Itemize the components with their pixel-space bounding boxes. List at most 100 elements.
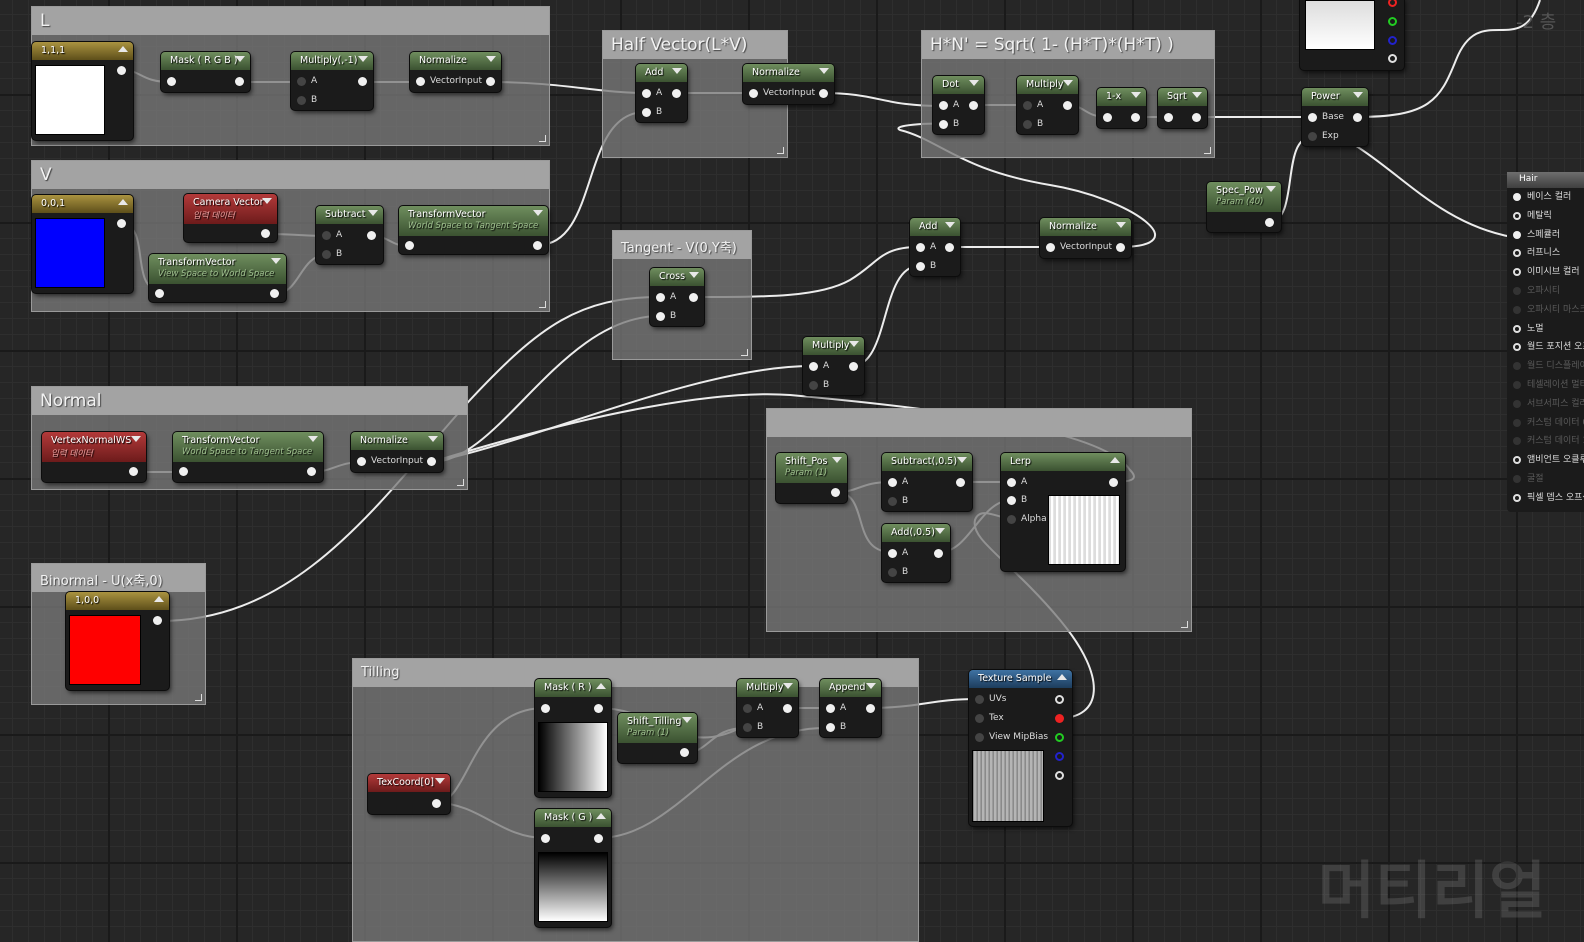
input-pin[interactable]	[541, 704, 550, 713]
output-pin[interactable]	[1063, 101, 1072, 110]
dropdown-arrow-icon[interactable]	[935, 528, 945, 534]
normalize-h-node[interactable]: Normalize VectorInput	[743, 64, 834, 104]
input-pin-a[interactable]	[1023, 101, 1032, 110]
mask-r-node[interactable]: Mask ( R )	[535, 679, 611, 797]
input-pin-a[interactable]	[916, 243, 925, 252]
dropdown-arrow-icon[interactable]	[486, 56, 496, 62]
output-pin-a[interactable]	[1055, 771, 1064, 780]
result-pin[interactable]: 메탈릭	[1507, 207, 1584, 226]
output-pin[interactable]	[432, 799, 441, 808]
input-pin-a[interactable]	[826, 704, 835, 713]
partial-texture-node[interactable]	[1300, 0, 1404, 70]
texcoord-node[interactable]: TexCoord[0]	[368, 774, 450, 814]
result-pin[interactable]: 베이스 컬러	[1507, 188, 1584, 207]
collapse-arrow-icon[interactable]	[154, 596, 164, 602]
result-node-hair[interactable]: Hair 베이스 컬러 메탈릭 스페큘러 러프니스 이미시브 컬러 오파시티 오…	[1507, 172, 1584, 512]
input-pin-a[interactable]	[888, 549, 897, 558]
input-pin-a[interactable]	[642, 89, 651, 98]
subtract-05-node[interactable]: Subtract(,0.5) A B	[882, 453, 972, 511]
output-pin[interactable]	[270, 289, 279, 298]
resize-handle[interactable]	[539, 135, 546, 142]
output-pin[interactable]	[533, 241, 542, 250]
input-pin-a[interactable]	[743, 704, 752, 713]
resize-handle[interactable]	[195, 694, 202, 701]
input-pin[interactable]	[1103, 113, 1112, 122]
dropdown-arrow-icon[interactable]	[368, 210, 378, 216]
collapse-arrow-icon[interactable]	[1110, 457, 1120, 463]
result-pin[interactable]: 스페큘러	[1507, 226, 1584, 245]
spec-pow-node[interactable]: Spec_Pow Param (40)	[1207, 182, 1281, 232]
output-pin-g[interactable]	[1388, 17, 1397, 26]
result-pin[interactable]: 이미시브 컬러	[1507, 263, 1584, 282]
output-pin[interactable]	[427, 457, 436, 466]
output-pin[interactable]	[689, 293, 698, 302]
mask-rgb-node[interactable]: Mask ( R G B )	[161, 52, 250, 92]
dropdown-arrow-icon[interactable]	[689, 272, 699, 278]
input-pin-tex[interactable]	[975, 714, 984, 723]
input-pin-b[interactable]	[297, 96, 306, 105]
dropdown-arrow-icon[interactable]	[1131, 92, 1141, 98]
input-pin-a[interactable]	[888, 478, 897, 487]
output-pin[interactable]	[117, 66, 126, 75]
input-pin-b[interactable]	[1023, 120, 1032, 129]
output-pin[interactable]	[1192, 113, 1201, 122]
dropdown-arrow-icon[interactable]	[428, 436, 438, 442]
power-node[interactable]: Power Base Exp	[1302, 88, 1368, 146]
output-pin-b[interactable]	[1055, 752, 1064, 761]
dropdown-arrow-icon[interactable]	[262, 198, 272, 204]
input-pin-a[interactable]	[322, 231, 331, 240]
input-pin[interactable]	[416, 77, 425, 86]
output-pin[interactable]	[1131, 113, 1140, 122]
resize-handle[interactable]	[457, 479, 464, 486]
add-05-node[interactable]: Add(,0.5) A B	[882, 524, 950, 582]
append-node[interactable]: Append A B	[820, 679, 881, 737]
input-pin[interactable]	[1164, 113, 1173, 122]
input-pin-b[interactable]	[322, 250, 331, 259]
input-pin-b[interactable]	[888, 497, 897, 506]
resize-handle[interactable]	[1181, 621, 1188, 628]
output-pin[interactable]	[969, 101, 978, 110]
input-pin-uvs[interactable]	[975, 695, 984, 704]
output-pin[interactable]	[153, 616, 162, 625]
multiply-hn-node[interactable]: Multiply A B	[1017, 76, 1078, 134]
output-pin[interactable]	[486, 77, 495, 86]
output-pin[interactable]	[594, 704, 603, 713]
output-pin[interactable]	[358, 77, 367, 86]
dropdown-arrow-icon[interactable]	[435, 778, 445, 784]
constant-100-node[interactable]: 1,0,0	[66, 592, 169, 690]
input-pin[interactable]	[1046, 243, 1055, 252]
output-pin[interactable]	[367, 231, 376, 240]
dropdown-arrow-icon[interactable]	[957, 457, 967, 463]
multiply-tile-node[interactable]: Multiply A B	[737, 679, 798, 737]
dropdown-arrow-icon[interactable]	[682, 717, 692, 723]
normalize-l-node[interactable]: Normalize VectorInput	[410, 52, 501, 92]
dropdown-arrow-icon[interactable]	[1192, 92, 1202, 98]
input-pin-a[interactable]	[1007, 478, 1016, 487]
input-pin-a[interactable]	[656, 293, 665, 302]
resize-handle[interactable]	[741, 349, 748, 356]
output-pin[interactable]	[261, 229, 270, 238]
normalize-n-node[interactable]: Normalize VectorInput	[351, 432, 443, 472]
input-pin-b[interactable]	[1007, 496, 1016, 505]
output-pin[interactable]	[235, 77, 244, 86]
dot-node[interactable]: Dot A B	[933, 76, 984, 134]
input-pin-a[interactable]	[939, 101, 948, 110]
tv-n-node[interactable]: TransformVector World Space to Tangent Sp…	[173, 432, 323, 482]
input-pin-mip[interactable]	[975, 733, 984, 742]
sqrt-node[interactable]: Sqrt	[1158, 88, 1207, 128]
add-t-node[interactable]: Add A B	[910, 218, 960, 276]
input-pin-b[interactable]	[656, 312, 665, 321]
output-pin[interactable]	[945, 243, 954, 252]
collapse-arrow-icon[interactable]	[118, 46, 128, 52]
vertex-normal-node[interactable]: VertexNormalWS 입력 데이터	[42, 432, 146, 482]
camera-vector-node[interactable]: Camera Vector 입력 데이터	[184, 194, 277, 242]
output-pin[interactable]	[129, 467, 138, 476]
shift-pos-node[interactable]: Shift_Pos Param (1)	[776, 453, 847, 503]
input-pin-b[interactable]	[642, 108, 651, 117]
resize-handle[interactable]	[539, 301, 546, 308]
output-pin[interactable]	[672, 89, 681, 98]
dropdown-arrow-icon[interactable]	[131, 436, 141, 442]
input-pin-a[interactable]	[297, 77, 306, 86]
output-pin[interactable]	[956, 478, 965, 487]
collapse-arrow-icon[interactable]	[596, 813, 606, 819]
